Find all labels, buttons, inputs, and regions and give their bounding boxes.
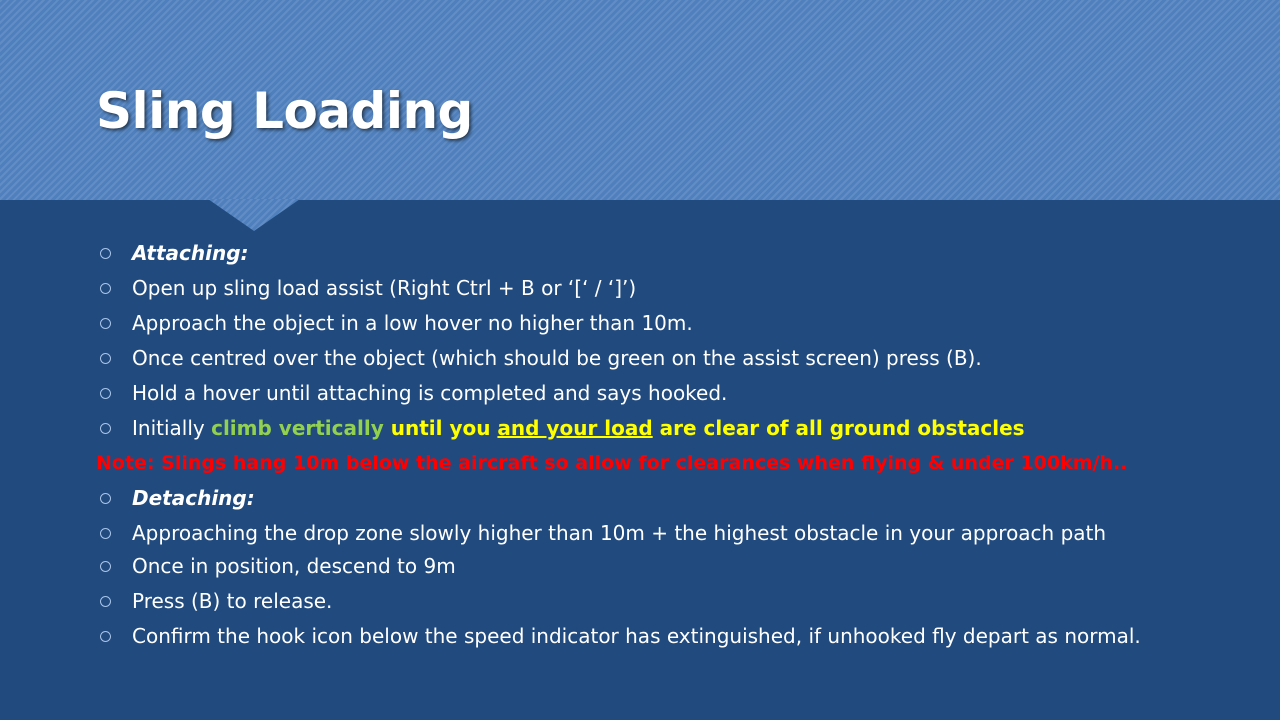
list-item-text: Approaching the drop zone slowly higher … (132, 521, 1107, 545)
list-item-climb: Initially climb vertically until you and… (96, 417, 1216, 439)
list-item-text: Once in position, descend to 9m (132, 554, 456, 578)
hollow-circle-bullet-icon (100, 283, 111, 294)
list-item-text: Approach the object in a low hover no hi… (132, 311, 693, 335)
hollow-circle-bullet-icon (100, 388, 111, 399)
list-item: Confirm the hook icon below the speed in… (96, 625, 1216, 647)
and-your-load-underlined: and your load (497, 416, 653, 440)
list-item-detaching-heading: Detaching: (96, 487, 1216, 509)
list-item-text: Open up sling load assist (Right Ctrl + … (132, 276, 637, 300)
note-text: Note: Slings hang 10m below the aircraft… (96, 452, 1128, 474)
list-item-text: Confirm the hook icon below the speed in… (132, 624, 1141, 648)
list-item-text: Press (B) to release. (132, 589, 333, 613)
climb-yellow-text-2: are clear of all ground obstacles (652, 416, 1025, 440)
hollow-circle-bullet-icon (100, 318, 111, 329)
detaching-heading: Detaching: (132, 486, 255, 510)
list-item: Open up sling load assist (Right Ctrl + … (96, 277, 1216, 299)
list-item-text: Hold a hover until attaching is complete… (132, 381, 728, 405)
attaching-heading: Attaching: (132, 241, 249, 265)
climb-yellow-text-1: until you (383, 416, 498, 440)
slide-title: Sling Loading (96, 82, 473, 140)
hollow-circle-bullet-icon (100, 596, 111, 607)
list-item: Hold a hover until attaching is complete… (96, 382, 1216, 404)
list-item: Approach the object in a low hover no hi… (96, 312, 1216, 334)
hollow-circle-bullet-icon (100, 528, 111, 539)
hollow-circle-bullet-icon (100, 493, 111, 504)
list-item: Approaching the drop zone slowly higher … (96, 522, 1216, 544)
hollow-circle-bullet-icon (100, 561, 111, 572)
hollow-circle-bullet-icon (100, 353, 111, 364)
list-item: Once in position, descend to 9m (96, 555, 1216, 577)
list-item: Press (B) to release. (96, 590, 1216, 612)
hollow-circle-bullet-icon (100, 423, 111, 434)
list-item-text: Once centred over the object (which shou… (132, 346, 982, 370)
slide-body: Attaching: Open up sling load assist (Ri… (96, 238, 1216, 647)
climb-vertically-highlight: climb vertically (211, 416, 384, 440)
list-item: Once centred over the object (which shou… (96, 347, 1216, 369)
hollow-circle-bullet-icon (100, 631, 111, 642)
climb-lead-text: Initially (132, 416, 212, 440)
hollow-circle-bullet-icon (100, 248, 111, 259)
list-item-attaching-heading: Attaching: (96, 242, 1216, 264)
